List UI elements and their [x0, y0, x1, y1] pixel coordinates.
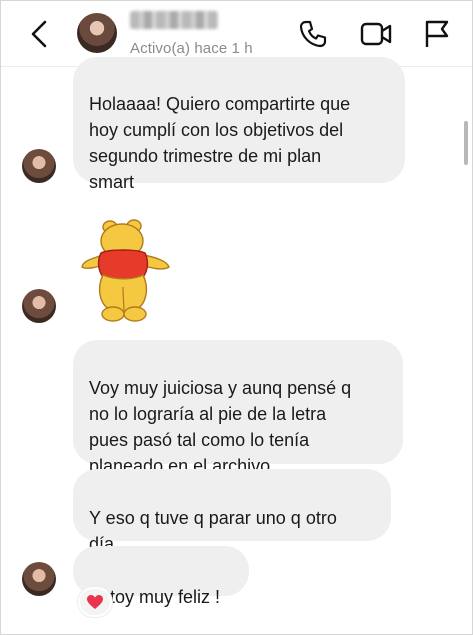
video-call-icon[interactable]	[359, 19, 393, 49]
phone-icon[interactable]	[298, 19, 328, 49]
heart-icon	[87, 595, 103, 609]
chat-window: Activo(a) hace 1 h Holaaaa! Quiero compa…	[0, 0, 473, 635]
sender-avatar[interactable]	[22, 562, 56, 596]
scrollbar[interactable]	[464, 121, 468, 165]
message-bubble[interactable]: Voy muy juiciosa y aunq pensé q no lo lo…	[73, 340, 403, 476]
flag-icon[interactable]	[421, 19, 451, 49]
contact-name-blurred[interactable]	[130, 11, 218, 29]
contact-status: Activo(a) hace 1 h	[130, 40, 253, 57]
winnie-the-pooh-sticker[interactable]	[79, 217, 171, 323]
reaction-badge[interactable]	[78, 587, 112, 617]
chevron-left-icon[interactable]	[27, 17, 53, 51]
sender-avatar[interactable]	[22, 149, 56, 183]
message-bubble[interactable]: Holaaaa! Quiero compartirte que hoy cump…	[73, 57, 405, 192]
message-text: Voy muy juiciosa y aunq pensé q no lo lo…	[89, 378, 352, 476]
message-text: Holaaaa! Quiero compartirte que hoy cump…	[89, 94, 351, 192]
sender-avatar[interactable]	[22, 289, 56, 323]
contact-avatar[interactable]	[77, 13, 117, 53]
message-bubble[interactable]: Y eso q tuve q parar uno q otro día.	[73, 469, 391, 554]
